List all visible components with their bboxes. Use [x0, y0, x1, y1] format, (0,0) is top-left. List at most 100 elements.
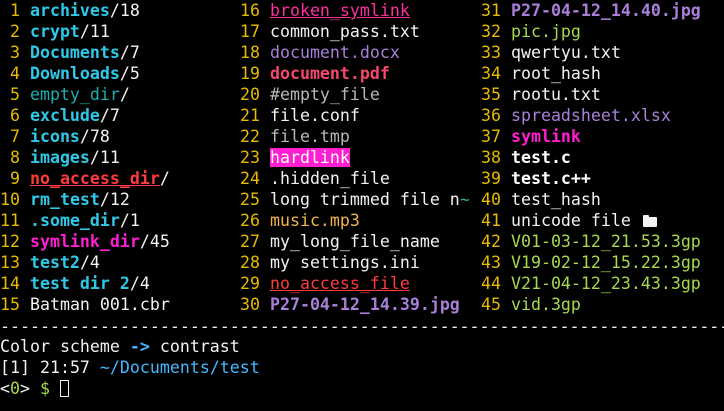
entry-name[interactable]: hardlink [269, 148, 350, 167]
file-entry[interactable]: 28 my settings.ini [240, 252, 470, 273]
entry-name[interactable]: images [30, 148, 90, 167]
entry-number: 37 [481, 127, 501, 146]
entry-name[interactable]: document.pdf [270, 64, 390, 83]
file-entry[interactable]: 1 archives/18 [0, 0, 170, 21]
file-entry[interactable]: 16 broken_symlink [240, 0, 470, 21]
entry-name[interactable]: broken_symlink [270, 1, 410, 20]
file-entry[interactable]: 34 root_hash [481, 63, 701, 84]
entry-name[interactable]: no_access_dir [30, 169, 160, 188]
file-entry[interactable]: 24 .hidden_file [240, 168, 470, 189]
entry-name[interactable]: .some_dir [30, 211, 120, 230]
entry-name[interactable]: spreadsheet.xlsx [511, 106, 671, 125]
entry-number: 3 [9, 43, 20, 62]
entry-name[interactable]: common_pass.txt [270, 22, 420, 41]
entry-name[interactable]: unicode file [511, 211, 641, 230]
file-entry[interactable]: 31 P27-04-12_14.40.jpg [481, 0, 701, 21]
entry-name[interactable]: .hidden_file [270, 169, 390, 188]
file-entry[interactable]: 21 file.conf [240, 105, 470, 126]
file-entry[interactable]: 30 P27-04-12_14.39.jpg [240, 294, 470, 315]
terminal-window[interactable]: 1 archives/18 2 crypt/11 3 Documents/7 4 Do… [0, 0, 724, 411]
status-arrow: -> [129, 337, 150, 356]
entry-name[interactable]: exclude [30, 106, 100, 125]
file-entry[interactable]: 29 no_access_file [240, 273, 470, 294]
text-cursor[interactable] [59, 380, 69, 397]
entry-name[interactable]: V01-03-12_21.53.3gp [511, 232, 701, 251]
file-entry[interactable]: 12 symlink_dir/45 [0, 231, 170, 252]
entry-name[interactable]: crypt [30, 22, 80, 41]
entry-name[interactable]: root_hash [511, 64, 601, 83]
file-entry[interactable]: 10 rm_test/12 [0, 189, 170, 210]
file-entry[interactable]: 15 Batman 001.cbr [0, 294, 170, 315]
entry-name[interactable]: Documents [30, 43, 120, 62]
entry-name[interactable]: rm_test [30, 190, 100, 209]
file-entry[interactable]: 2 crypt/11 [0, 21, 170, 42]
entry-name[interactable]: long trimmed file n [270, 190, 460, 209]
file-entry[interactable]: 4 Downloads/5 [0, 63, 170, 84]
file-entry[interactable]: 23 hardlink [240, 147, 470, 168]
entry-name[interactable]: qwertyu.txt [511, 43, 621, 62]
entry-suffix: /5 [119, 64, 140, 83]
entry-name[interactable]: #empty_file [270, 85, 380, 104]
entry-name[interactable]: symlink [511, 127, 581, 146]
entry-number: 44 [481, 274, 501, 293]
file-entry[interactable]: 38 test.c [481, 147, 701, 168]
file-entry[interactable]: 27 my_long_file_name [240, 231, 470, 252]
entry-name[interactable]: test_hash [511, 190, 601, 209]
file-entry[interactable]: 45 vid.3gp [481, 294, 701, 315]
file-entry[interactable]: 26 music.mp3 [240, 210, 470, 231]
file-entry[interactable]: 42 V01-03-12_21.53.3gp [481, 231, 701, 252]
entry-name[interactable]: vid.3gp [511, 295, 581, 314]
file-entry[interactable]: 19 document.pdf [240, 63, 470, 84]
file-entry[interactable]: 43 V19-02-12_15.22.3gp [481, 252, 701, 273]
file-entry[interactable]: 41 unicode file [481, 210, 701, 231]
file-entry[interactable]: 17 common_pass.txt [240, 21, 470, 42]
file-entry[interactable]: 6 exclude/7 [0, 105, 170, 126]
entry-name[interactable]: my_long_file_name [270, 232, 440, 251]
file-entry[interactable]: 7 icons/78 [0, 126, 170, 147]
file-entry[interactable]: 3 Documents/7 [0, 42, 170, 63]
entry-name[interactable]: document.docx [270, 43, 400, 62]
entry-name[interactable]: my settings.ini [270, 253, 420, 272]
entry-name[interactable]: Downloads [30, 64, 120, 83]
entry-name[interactable]: V21-04-12_23.43.3gp [511, 274, 701, 293]
file-entry[interactable]: 33 qwertyu.txt [481, 42, 701, 63]
file-entry[interactable]: 18 document.docx [240, 42, 470, 63]
file-entry[interactable]: 11 .some_dir/1 [0, 210, 170, 231]
file-entry[interactable]: 20 #empty_file [240, 84, 470, 105]
entry-name[interactable]: test2 [30, 253, 80, 272]
entry-name[interactable]: P27-04-12_14.40.jpg [511, 1, 701, 20]
entry-name[interactable]: Batman 001.cbr [30, 295, 170, 314]
file-entry[interactable]: 9 no_access_dir/ [0, 168, 170, 189]
file-entry[interactable]: 5 empty_dir/ [0, 84, 170, 105]
file-entry[interactable]: 8 images/11 [0, 147, 170, 168]
entry-name[interactable]: pic.jpg [511, 22, 581, 41]
entry-name[interactable]: file.conf [270, 106, 360, 125]
entry-name[interactable]: empty_dir [30, 85, 120, 104]
entry-name[interactable]: file.tmp [270, 127, 350, 146]
file-entry[interactable]: 13 test2/4 [0, 252, 170, 273]
entry-name[interactable]: test.c [511, 148, 571, 167]
entry-name[interactable]: archives [30, 1, 110, 20]
entry-name[interactable]: test dir 2 [30, 274, 130, 293]
entry-suffix: /45 [139, 232, 170, 251]
command-prompt[interactable]: <0> $ [0, 378, 69, 399]
entry-number: 36 [481, 106, 501, 125]
entry-name[interactable]: rootu.txt [511, 85, 601, 104]
file-entry[interactable]: 39 test.c++ [481, 168, 701, 189]
file-entry[interactable]: 32 pic.jpg [481, 21, 701, 42]
entry-name[interactable]: symlink_dir [30, 232, 140, 251]
entry-name[interactable]: test.c++ [511, 169, 591, 188]
file-entry[interactable]: 44 V21-04-12_23.43.3gp [481, 273, 701, 294]
file-entry[interactable]: 14 test dir 2/4 [0, 273, 170, 294]
file-entry[interactable]: 37 symlink [481, 126, 701, 147]
entry-name[interactable]: no_access_file [270, 274, 410, 293]
entry-name[interactable]: icons [30, 127, 80, 146]
file-entry[interactable]: 22 file.tmp [240, 126, 470, 147]
file-entry[interactable]: 35 rootu.txt [481, 84, 701, 105]
file-entry[interactable]: 25 long trimmed file n~ [240, 189, 470, 210]
file-entry[interactable]: 40 test_hash [481, 189, 701, 210]
entry-name[interactable]: V19-02-12_15.22.3gp [511, 253, 701, 272]
entry-name[interactable]: P27-04-12_14.39.jpg [270, 295, 460, 314]
file-entry[interactable]: 36 spreadsheet.xlsx [481, 105, 701, 126]
entry-name[interactable]: music.mp3 [270, 211, 360, 230]
